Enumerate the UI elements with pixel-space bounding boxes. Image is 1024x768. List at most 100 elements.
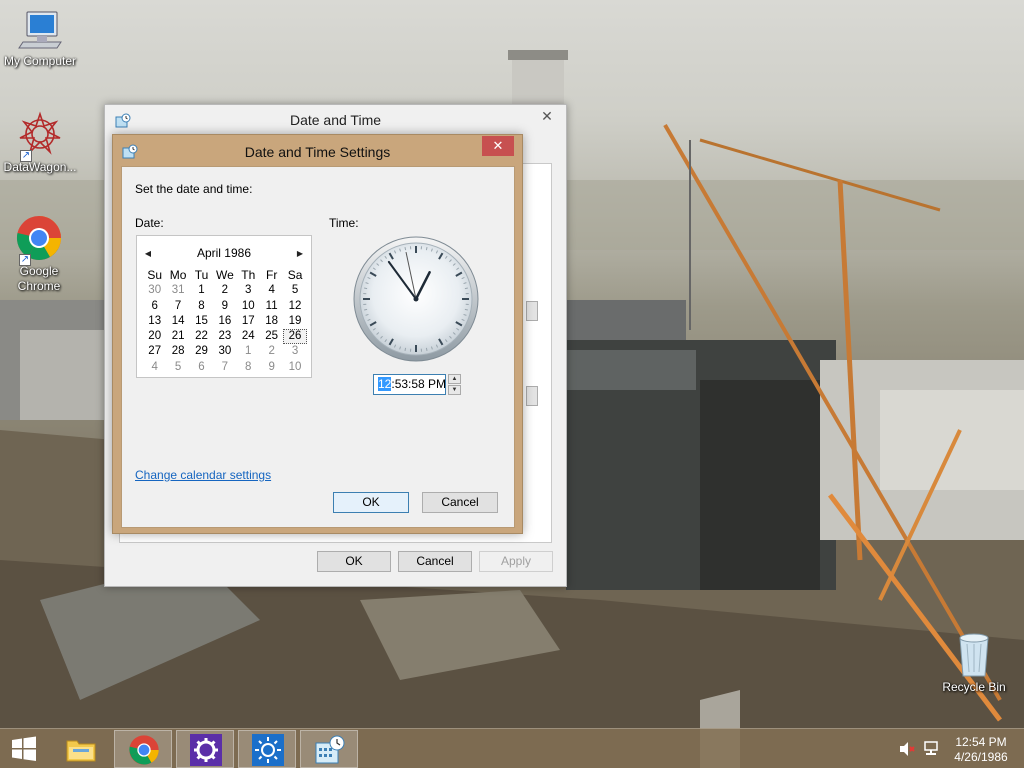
- time-input[interactable]: 12:53:58 PM: [373, 374, 446, 395]
- desktop-icon-recycle-bin[interactable]: Recycle Bin: [934, 630, 1014, 695]
- start-button[interactable]: [8, 735, 40, 763]
- calendar-day[interactable]: 4: [260, 283, 283, 298]
- desktop-icon-my-computer[interactable]: My Computer: [0, 8, 80, 69]
- calendar-day-adjacent-month[interactable]: 4: [143, 360, 166, 375]
- calendar-day[interactable]: 7: [166, 299, 189, 314]
- time-rest-segment[interactable]: :53:58 PM: [391, 377, 446, 391]
- calendar-day-adjacent-month[interactable]: 3: [283, 344, 306, 359]
- calendar-weekday-header: Mo: [169, 268, 187, 282]
- desktop-icon-label: My Computer: [3, 54, 77, 68]
- calendar-day[interactable]: 21: [166, 329, 189, 344]
- calendar-day[interactable]: 3: [237, 283, 260, 298]
- change-calendar-settings-link[interactable]: Change calendar settings: [135, 468, 271, 482]
- calendar-day[interactable]: 16: [213, 314, 236, 329]
- datawagon-app-icon: ↗: [16, 110, 64, 162]
- calendar-day[interactable]: 15: [190, 314, 213, 329]
- taskbar-google-chrome[interactable]: [114, 730, 172, 768]
- taskbar-date-and-time[interactable]: [300, 730, 358, 768]
- calendar-day-adjacent-month[interactable]: 6: [190, 360, 213, 375]
- spin-down-button[interactable]: ▼: [448, 385, 461, 395]
- calendar-day[interactable]: 6: [143, 299, 166, 314]
- calendar-day-adjacent-month[interactable]: 30: [143, 283, 166, 298]
- chrome-icon: [129, 735, 159, 765]
- calendar-week-row: 27 28 29 30 1 2 3: [143, 344, 307, 359]
- close-button[interactable]: ✕: [482, 136, 514, 156]
- calendar-week-row: 4 5 6 7 8 9 10: [143, 360, 307, 375]
- network-icon[interactable]: [922, 741, 940, 757]
- calendar-day[interactable]: 20: [143, 329, 166, 344]
- time-spinner[interactable]: ▲ ▼: [448, 374, 461, 395]
- calendar-day[interactable]: 1: [190, 283, 213, 298]
- calendar-day[interactable]: 27: [143, 344, 166, 359]
- cancel-button[interactable]: Cancel: [422, 492, 498, 513]
- calendar-day[interactable]: 30: [213, 344, 236, 359]
- calendar-day-adjacent-month[interactable]: 7: [213, 360, 236, 375]
- calendar-day[interactable]: 19: [283, 314, 306, 329]
- clock-tick: [404, 247, 407, 251]
- calendar-day[interactable]: 11: [260, 299, 283, 314]
- calendar-header: ◀ April 1986 ▶: [137, 246, 311, 262]
- calendar-day[interactable]: 26: [283, 329, 307, 345]
- calendar-day[interactable]: 13: [143, 314, 166, 329]
- calendar-weekday-header: Fr: [265, 268, 278, 282]
- calendar-day-adjacent-month[interactable]: 2: [260, 344, 283, 359]
- next-month-button[interactable]: ▶: [293, 246, 307, 262]
- calendar-day[interactable]: 5: [283, 283, 306, 298]
- month-calendar[interactable]: ◀ April 1986 ▶ Su Mo Tu We Th Fr Sa 30 31 1 2 3 4 5 6 7…: [136, 235, 312, 378]
- taskbar-settings[interactable]: [176, 730, 234, 768]
- calendar-day-adjacent-month[interactable]: 10: [283, 360, 306, 375]
- calendar-day[interactable]: 28: [166, 344, 189, 359]
- calendar-day[interactable]: 12: [283, 299, 306, 314]
- cancel-button[interactable]: Cancel: [398, 551, 472, 572]
- taskbar-file-explorer[interactable]: [52, 730, 110, 768]
- calendar-day[interactable]: 14: [166, 314, 189, 329]
- computer-icon: [17, 8, 63, 52]
- calendar-day-adjacent-month[interactable]: 5: [166, 360, 189, 375]
- ok-button[interactable]: OK: [333, 492, 409, 513]
- calendar-day[interactable]: 8: [190, 299, 213, 314]
- close-button[interactable]: ✕: [534, 107, 560, 127]
- calendar-day-adjacent-month[interactable]: 8: [237, 360, 260, 375]
- taskbar-display-brightness[interactable]: [238, 730, 296, 768]
- desktop-icon-datawagon[interactable]: ↗ DataWagon...: [0, 110, 80, 175]
- hidden-change-button[interactable]: [526, 301, 538, 321]
- windows-logo-icon: [12, 736, 36, 761]
- calendar-day-adjacent-month[interactable]: 9: [260, 360, 283, 375]
- date-time-settings-dialog: Date and Time Settings ✕ Set the date an…: [112, 134, 523, 534]
- calendar-day[interactable]: 9: [213, 299, 236, 314]
- calendar-day[interactable]: 10: [237, 299, 260, 314]
- chrome-icon: ↗: [15, 214, 63, 266]
- folder-icon: [66, 740, 96, 762]
- tray-clock[interactable]: 12:54 PM 4/26/1986: [946, 735, 1016, 765]
- apply-button[interactable]: Apply: [479, 551, 553, 572]
- window-title: Date and Time: [289, 112, 382, 128]
- calendar-day[interactable]: 18: [260, 314, 283, 329]
- time-hour-segment[interactable]: 12: [378, 377, 392, 391]
- calendar-grid: Su Mo Tu We Th Fr Sa 30 31 1 2 3 4 5 6 7 8 9 10 11 12 13 14 15 1…: [143, 268, 307, 375]
- hidden-change-timezone-button[interactable]: [526, 386, 538, 406]
- clock-tick: [404, 347, 407, 351]
- brightness-icon: [252, 734, 284, 766]
- desktop-icon-google-chrome[interactable]: ↗ Google Chrome: [0, 214, 79, 294]
- time-label: Time:: [329, 216, 359, 230]
- calendar-weekday-header: Su: [147, 268, 163, 282]
- window-titlebar[interactable]: Date and Time ✕: [105, 105, 566, 135]
- calendar-day[interactable]: 2: [213, 283, 236, 298]
- dialog-title: Date and Time Settings: [244, 144, 391, 160]
- close-icon: ✕: [492, 138, 504, 153]
- calendar-day[interactable]: 29: [190, 344, 213, 359]
- volume-muted-icon[interactable]: [898, 741, 916, 757]
- calendar-day[interactable]: 17: [237, 314, 260, 329]
- dialog-client-area: Set the date and time: Date: Time: ◀ Apr…: [121, 166, 515, 528]
- calendar-day[interactable]: 23: [213, 329, 236, 344]
- calendar-day-adjacent-month[interactable]: 31: [166, 283, 189, 298]
- calendar-day[interactable]: 22: [190, 329, 213, 344]
- calendar-week-row: 13 14 15 16 17 18 19: [143, 314, 307, 329]
- ok-button[interactable]: OK: [317, 551, 391, 572]
- calendar-day-adjacent-month[interactable]: 1: [237, 344, 260, 359]
- clock-tick: [364, 308, 368, 311]
- calendar-month-title[interactable]: April 1986: [137, 246, 311, 260]
- spin-up-button[interactable]: ▲: [448, 374, 461, 384]
- calendar-day[interactable]: 24: [237, 329, 260, 344]
- calendar-day[interactable]: 25: [260, 329, 283, 344]
